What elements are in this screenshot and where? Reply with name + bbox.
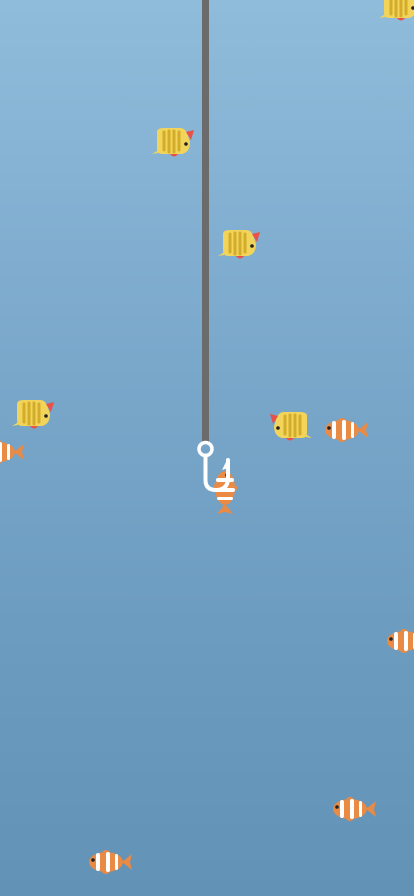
butterflyfish-icon[interactable] <box>150 126 196 158</box>
clownfish-icon[interactable] <box>330 795 376 823</box>
butterflyfish-icon[interactable] <box>216 228 262 260</box>
butterflyfish-icon[interactable] <box>10 398 56 430</box>
clownfish-icon[interactable] <box>0 438 24 466</box>
clownfish-icon[interactable] <box>384 627 414 655</box>
butterflyfish-icon[interactable] <box>377 0 414 22</box>
clownfish-icon[interactable] <box>322 416 368 444</box>
clownfish-icon[interactable] <box>86 848 132 876</box>
butterflyfish-icon[interactable] <box>268 410 314 442</box>
fishing-line-icon <box>202 0 209 444</box>
ocean-scene[interactable] <box>0 0 414 896</box>
fishing-hook-icon[interactable] <box>194 440 238 496</box>
